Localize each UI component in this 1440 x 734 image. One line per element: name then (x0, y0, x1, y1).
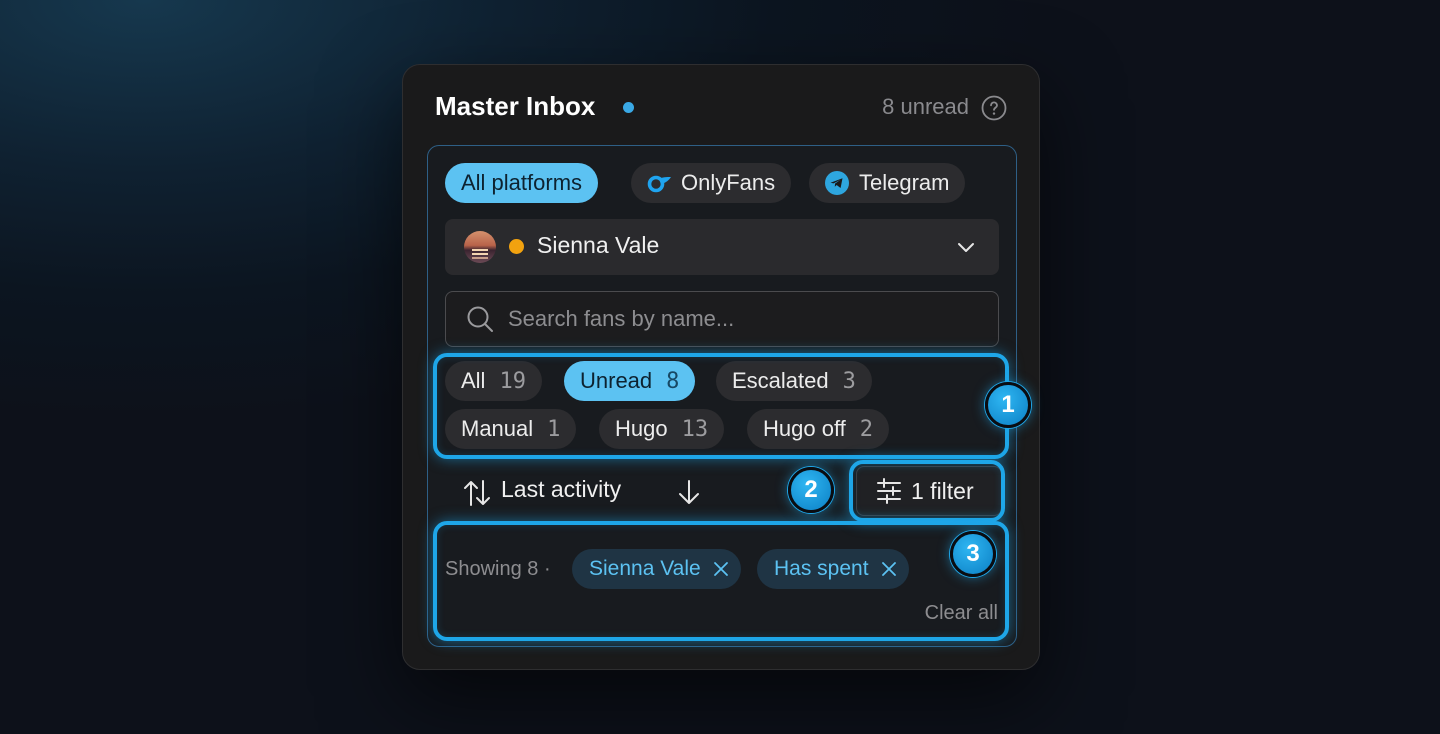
search-box (445, 291, 999, 347)
callout-badge-2: 2 (788, 467, 834, 513)
master-inbox-card: Master Inbox 8 unread All platforms Only… (402, 64, 1040, 670)
unread-count: 8 unread (882, 94, 969, 119)
callout-highlight-2 (849, 460, 1005, 522)
arrow-down-icon[interactable] (676, 478, 702, 506)
chevron-down-icon (958, 243, 974, 252)
telegram-icon (825, 171, 849, 195)
search-input[interactable] (508, 300, 978, 338)
callout-badge-1: 1 (985, 382, 1031, 428)
live-indicator-dot (623, 102, 634, 113)
onlyfans-icon (647, 175, 671, 193)
callout-highlight-3 (433, 521, 1009, 641)
platform-tab-label: Telegram (859, 170, 950, 195)
platform-tab-telegram[interactable]: Telegram (809, 163, 966, 203)
search-icon (467, 306, 493, 332)
sort-label[interactable]: Last activity (501, 476, 621, 503)
callout-badge-3: 3 (950, 531, 996, 577)
account-name: Sienna Vale (537, 232, 660, 258)
platform-tab-onlyfans[interactable]: OnlyFans (631, 163, 792, 203)
sort-icon[interactable] (462, 478, 492, 508)
page-title: Master Inbox (435, 91, 596, 121)
help-circle-icon[interactable] (981, 95, 1007, 121)
platform-tab-label: All platforms (461, 170, 583, 195)
platform-tab-label: OnlyFans (681, 170, 776, 195)
account-select[interactable]: Sienna Vale (445, 219, 999, 275)
avatar (464, 231, 496, 263)
status-dot (509, 239, 524, 254)
platform-tab-all[interactable]: All platforms (445, 163, 599, 203)
callout-highlight-1 (433, 353, 1009, 459)
